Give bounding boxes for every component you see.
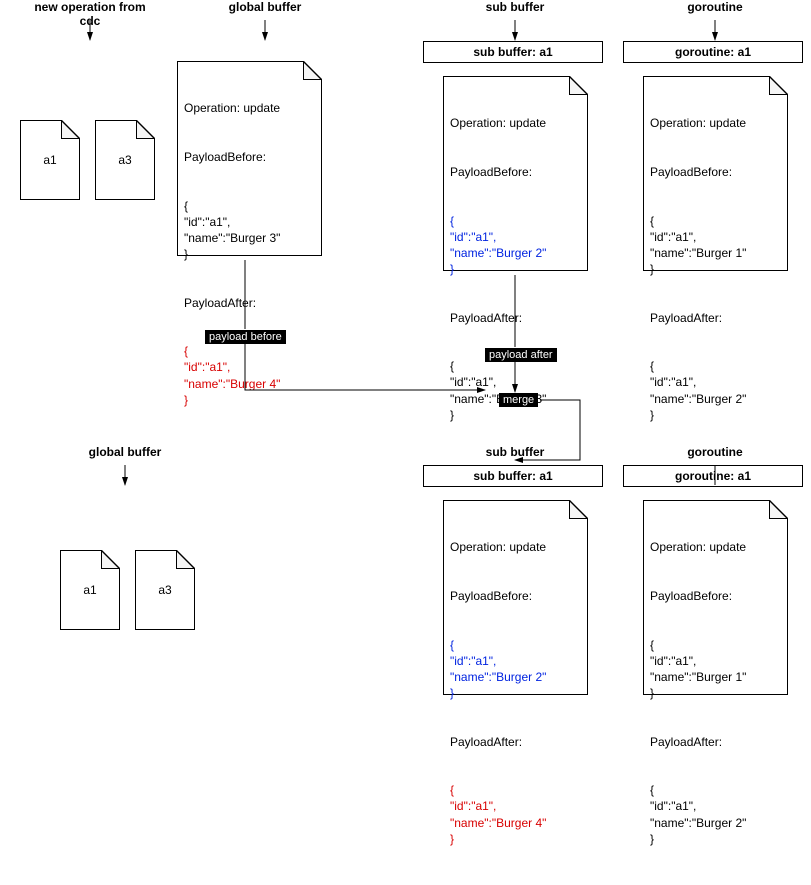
text-pb-label: PayloadBefore:: [650, 164, 781, 180]
note-sub-buffer-top: Operation: update PayloadBefore: { "id":…: [443, 76, 588, 271]
label-a3: a3: [158, 583, 171, 597]
text-pa-label: PayloadAfter:: [184, 295, 315, 311]
small-note-a3-top: a3: [95, 120, 155, 200]
text-pb-body: { "id":"a1", "name":"Burger 2" }: [450, 637, 581, 702]
fold-icon: [769, 77, 787, 95]
text-pb-label: PayloadBefore:: [650, 588, 781, 604]
heading-goroutine-bot: goroutine: [660, 445, 770, 459]
text-op: Operation: update: [650, 539, 781, 555]
fold-icon: [136, 121, 154, 139]
label-payload-after: payload after: [485, 348, 557, 362]
small-note-a3-bot: a3: [135, 550, 195, 630]
heading-sub-buffer: sub buffer: [460, 0, 570, 14]
heading-global-buffer: global buffer: [195, 0, 335, 14]
label-payload-before: payload before: [205, 330, 286, 344]
text-op: Operation: update: [450, 115, 581, 131]
fold-icon: [569, 77, 587, 95]
text-pa-body: { "id":"a1", "name":"Burger 3" }: [450, 358, 581, 423]
text-pb-label: PayloadBefore:: [184, 149, 315, 165]
text-pb-label: PayloadBefore:: [450, 588, 581, 604]
fold-icon: [769, 501, 787, 519]
heading-sub-buffer-bot: sub buffer: [460, 445, 570, 459]
heading-new-operation: new operation from cdc: [25, 0, 155, 28]
text-pb-body: { "id":"a1", "name":"Burger 1" }: [650, 213, 781, 278]
label-a3: a3: [118, 153, 131, 167]
text-pa-label: PayloadAfter:: [650, 734, 781, 750]
label-a1: a1: [43, 153, 56, 167]
text-pb-body: { "id":"a1", "name":"Burger 1" }: [650, 637, 781, 702]
text-pa-label: PayloadAfter:: [450, 734, 581, 750]
note-new-operation: Operation: update PayloadBefore: { "id":…: [177, 61, 322, 256]
small-note-a1-top: a1: [20, 120, 80, 200]
text-op: Operation: update: [650, 115, 781, 131]
heading-global-buffer-bot: global buffer: [60, 445, 190, 459]
text-pa-body: { "id":"a1", "name":"Burger 4" }: [184, 343, 315, 408]
label-merge: merge: [499, 393, 538, 407]
note-sub-buffer-bot: Operation: update PayloadBefore: { "id":…: [443, 500, 588, 695]
text-pa-body: { "id":"a1", "name":"Burger 4" }: [450, 782, 581, 847]
heading-goroutine: goroutine: [660, 0, 770, 14]
fold-icon: [176, 551, 194, 569]
label-a1: a1: [83, 583, 96, 597]
text-pa-body: { "id":"a1", "name":"Burger 2" }: [650, 358, 781, 423]
fold-icon: [303, 62, 321, 80]
text-pb-body: { "id":"a1", "name":"Burger 2" }: [450, 213, 581, 278]
text-pb-body: { "id":"a1", "name":"Burger 3" }: [184, 198, 315, 263]
tab-goroutine-bot: goroutine: a1: [623, 465, 803, 487]
text-pa-label: PayloadAfter:: [450, 310, 581, 326]
note-goroutine-bot: Operation: update PayloadBefore: { "id":…: [643, 500, 788, 695]
fold-icon: [101, 551, 119, 569]
note-goroutine-top: Operation: update PayloadBefore: { "id":…: [643, 76, 788, 271]
small-note-a1-bot: a1: [60, 550, 120, 630]
fold-icon: [569, 501, 587, 519]
text-pa-body: { "id":"a1", "name":"Burger 2" }: [650, 782, 781, 847]
text-pa-label: PayloadAfter:: [650, 310, 781, 326]
text-pb-label: PayloadBefore:: [450, 164, 581, 180]
tab-sub-buffer-bot: sub buffer: a1: [423, 465, 603, 487]
text-op: Operation: update: [184, 100, 315, 116]
text-op: Operation: update: [450, 539, 581, 555]
tab-goroutine-top: goroutine: a1: [623, 41, 803, 63]
fold-icon: [61, 121, 79, 139]
tab-sub-buffer-top: sub buffer: a1: [423, 41, 603, 63]
